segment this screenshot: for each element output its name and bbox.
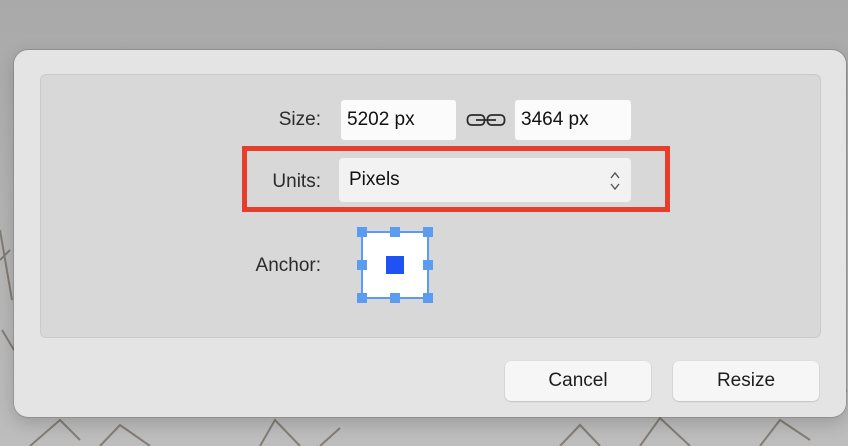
size-label: Size:: [278, 109, 321, 130]
resize-dialog: Size: 5202 px 3464 px Units: Pixels Anch…: [14, 50, 846, 417]
width-field[interactable]: 5202 px: [341, 100, 456, 140]
chain-link-icon[interactable]: [466, 110, 506, 130]
anchor-grid[interactable]: [354, 225, 436, 305]
anchor-label: Anchor:: [255, 255, 321, 276]
resize-button[interactable]: Resize: [673, 361, 819, 401]
height-field[interactable]: 3464 px: [515, 100, 631, 140]
units-highlight-box: [242, 146, 670, 212]
anchor-center-marker: [386, 256, 404, 274]
cancel-button[interactable]: Cancel: [505, 361, 651, 401]
